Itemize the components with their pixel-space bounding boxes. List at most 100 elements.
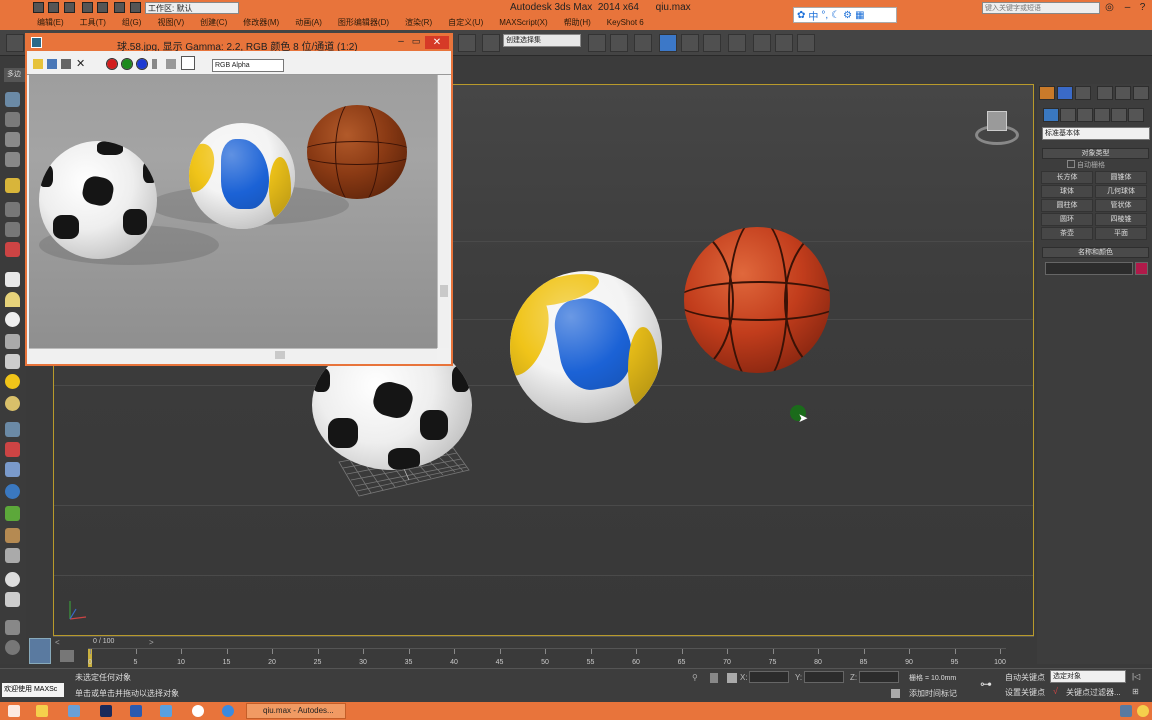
object-button[interactable]: 球体: [1041, 185, 1093, 198]
box-icon[interactable]: [5, 112, 20, 127]
workspace-dropdown[interactable]: 工作区: 默认: [145, 2, 239, 14]
blue-channel-icon[interactable]: [136, 58, 148, 70]
bind-space-warp-icon[interactable]: [458, 34, 476, 52]
helpers-category-icon[interactable]: [1111, 108, 1127, 122]
render-setup-icon[interactable]: [753, 34, 771, 52]
object-button[interactable]: 几何球体: [1095, 185, 1147, 198]
photos-icon[interactable]: [68, 705, 80, 717]
rotate-icon[interactable]: [5, 222, 20, 237]
time-slider[interactable]: < 0 / 100 >: [53, 636, 1034, 648]
help-circle-icon[interactable]: [5, 640, 20, 655]
material-editor-icon[interactable]: [728, 34, 746, 52]
mirror-icon[interactable]: [588, 34, 606, 52]
lights-category-icon[interactable]: [1077, 108, 1093, 122]
bend-modifier-icon[interactable]: [5, 442, 20, 457]
minimize-button[interactable]: –: [395, 36, 407, 49]
grid-icon[interactable]: ▦: [855, 10, 864, 21]
object-name-field[interactable]: [1045, 262, 1133, 275]
menu-item-2[interactable]: 组(G): [122, 16, 142, 30]
spacewarps-category-icon[interactable]: [1128, 108, 1144, 122]
select-icon[interactable]: [5, 92, 20, 107]
render-sphere-icon[interactable]: [5, 572, 20, 587]
menu-item-7[interactable]: 图形编辑器(D): [338, 16, 389, 30]
particle-icon[interactable]: [5, 422, 20, 437]
moon-icon[interactable]: ☾: [831, 10, 840, 21]
object-button[interactable]: 管状体: [1095, 199, 1147, 212]
move-icon[interactable]: [5, 202, 20, 217]
edit-named-selection-icon[interactable]: [482, 34, 500, 52]
menu-item-5[interactable]: 修改器(M): [243, 16, 279, 30]
utilities-tab-icon[interactable]: [1133, 86, 1149, 100]
save-file-icon[interactable]: [64, 2, 75, 13]
cloth-icon[interactable]: [5, 548, 20, 563]
menu-item-11[interactable]: 帮助(H): [564, 16, 591, 30]
graphite-tools-icon[interactable]: [659, 34, 677, 52]
redo-icon[interactable]: [97, 2, 108, 13]
horizontal-scroll-thumb[interactable]: [275, 351, 285, 359]
render-production-icon[interactable]: [797, 34, 815, 52]
motion-tab-icon[interactable]: [1097, 86, 1113, 100]
browser-icon[interactable]: [222, 705, 234, 717]
geometry-category-icon[interactable]: [1043, 108, 1059, 122]
object-button[interactable]: 四棱锥: [1095, 213, 1147, 226]
copy-image-icon[interactable]: [47, 59, 57, 69]
time-tag-icon[interactable]: [891, 689, 900, 698]
close-button[interactable]: ✕: [425, 36, 449, 49]
menu-item-4[interactable]: 创建(C): [200, 16, 227, 30]
link-icon[interactable]: [6, 34, 24, 52]
sun-icon[interactable]: [5, 374, 20, 389]
sphere-icon[interactable]: [5, 312, 20, 327]
channel-dropdown[interactable]: RGB Alpha: [212, 59, 284, 72]
red-channel-icon[interactable]: [106, 58, 118, 70]
open-file-icon[interactable]: [48, 2, 59, 13]
x-coordinate-field[interactable]: [749, 671, 789, 683]
maxscript-listener[interactable]: 欢迎使用 MAXSc: [2, 683, 64, 697]
name-color-rollout[interactable]: 名称和颜色: [1042, 247, 1149, 258]
character-icon[interactable]: [5, 462, 20, 477]
save-image-icon[interactable]: [33, 59, 43, 69]
menu-item-10[interactable]: MAXScript(X): [499, 16, 547, 30]
alpha-channel-icon[interactable]: [152, 59, 157, 69]
hierarchy-tab-icon[interactable]: [1075, 86, 1091, 100]
object-button[interactable]: 茶壶: [1041, 227, 1093, 240]
object-button[interactable]: 平面: [1095, 227, 1147, 240]
script-icon[interactable]: [5, 620, 20, 635]
vertical-scroll-thumb[interactable]: [440, 285, 448, 297]
list-icon[interactable]: [5, 592, 20, 607]
prev-frame-icon[interactable]: <: [55, 638, 65, 647]
maximize-button[interactable]: ▭: [410, 36, 422, 49]
undo-icon[interactable]: [82, 2, 93, 13]
tree-icon[interactable]: [5, 506, 20, 521]
go-to-start-icon[interactable]: |◁: [1132, 672, 1146, 682]
clear-icon[interactable]: ✕: [76, 59, 86, 70]
photoshop-icon[interactable]: [100, 705, 112, 717]
hold-icon[interactable]: [114, 2, 125, 13]
tray-icon-2[interactable]: [1137, 705, 1149, 717]
object-button[interactable]: 圆柱体: [1041, 199, 1093, 212]
help-search-input[interactable]: 键入关键字或短语: [982, 2, 1100, 14]
y-coordinate-field[interactable]: [804, 671, 844, 683]
key-filter-dropdown[interactable]: 选定对象: [1050, 670, 1126, 683]
render-window-titlebar[interactable]: 球.58.jpg, 显示 Gamma: 2.2, RGB 颜色 8 位/通道 (…: [27, 35, 451, 53]
folder-icon[interactable]: [36, 705, 48, 717]
next-frame-icon[interactable]: >: [149, 638, 159, 647]
object-color-swatch[interactable]: [1135, 262, 1148, 275]
settings-icon[interactable]: ⚙: [843, 10, 852, 21]
binoculars-icon[interactable]: ◎: [1104, 2, 1115, 13]
tray-icon[interactable]: [1120, 705, 1132, 717]
absolute-mode-icon[interactable]: [727, 673, 737, 683]
menu-item-9[interactable]: 自定义(U): [448, 16, 483, 30]
help-icon[interactable]: ?: [1137, 2, 1148, 13]
object-type-rollout[interactable]: 对象类型: [1042, 148, 1149, 159]
media-player-icon[interactable]: [192, 705, 204, 717]
menu-item-0[interactable]: 编辑(E): [37, 16, 64, 30]
object-button[interactable]: 圆环: [1041, 213, 1093, 226]
punctuation-icon[interactable]: °,: [821, 10, 828, 21]
modify-tab-icon[interactable]: [1057, 86, 1073, 100]
align-icon[interactable]: [610, 34, 628, 52]
clone-window-icon[interactable]: [61, 59, 71, 69]
object-button[interactable]: 长方体: [1041, 171, 1093, 184]
horizontal-scrollbar[interactable]: [29, 348, 437, 360]
geosphere-icon[interactable]: [5, 396, 20, 411]
zoom-time-icon[interactable]: ⊞: [1132, 687, 1146, 697]
